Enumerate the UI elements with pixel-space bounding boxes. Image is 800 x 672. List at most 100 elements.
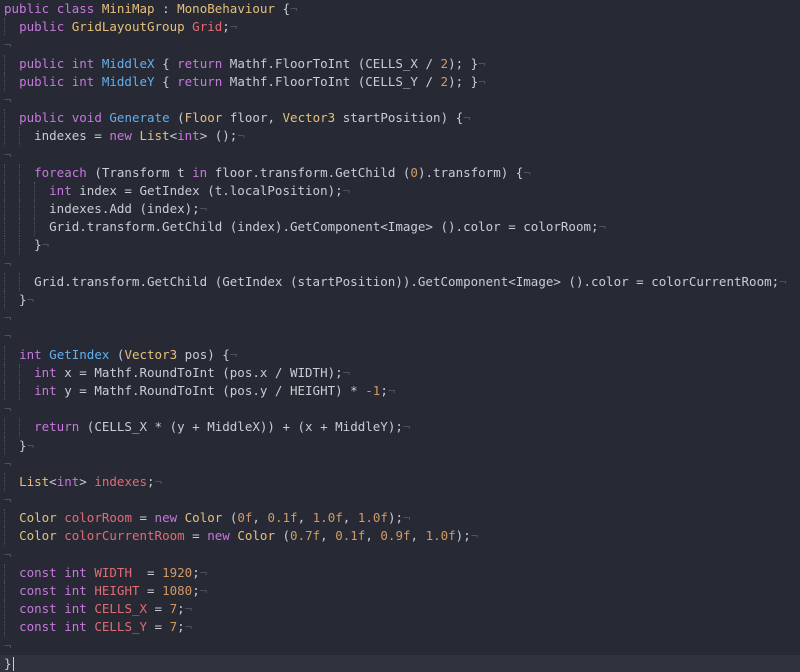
- keyword-token: int: [56, 473, 80, 489]
- code-text: :: [154, 1, 178, 16]
- code-text: }: [4, 655, 12, 671]
- code-text: ,: [410, 528, 426, 544]
- number-token: 1.0f: [357, 510, 388, 526]
- number-token: 1.0f: [425, 528, 456, 544]
- code-line[interactable]: ¬: [0, 255, 800, 273]
- type-token: Color: [19, 528, 57, 544]
- line-end-marker: ¬: [779, 273, 787, 289]
- indent-guide: [34, 181, 36, 201]
- identifier-token: colorCurrentRoom: [64, 528, 185, 544]
- indent-guide: [4, 291, 5, 310]
- code-line[interactable]: int y = Mathf.RoundToInt (pos.y / HEIGHT…: [0, 381, 800, 401]
- code-line[interactable]: foreach (Transform t in floor.transform.…: [0, 163, 800, 182]
- code-line[interactable]: ¬: [0, 546, 800, 564]
- code-line[interactable]: int GetIndex (Vector3 pos) {¬: [0, 345, 800, 364]
- keyword-token: int: [64, 583, 87, 598]
- code-line[interactable]: const int HEIGHT = 1080;¬: [0, 582, 800, 601]
- keyword-token: return: [34, 419, 80, 435]
- number-token: 0f: [237, 510, 253, 526]
- code-line[interactable]: }¬: [0, 436, 800, 455]
- code-line[interactable]: public int MiddleY { return Mathf.FloorT…: [0, 72, 800, 91]
- code-text: (: [222, 510, 238, 526]
- code-line[interactable]: ¬: [0, 637, 800, 655]
- keyword-token: in: [192, 164, 208, 180]
- keyword-token: int: [49, 182, 72, 198]
- code-line[interactable]: int x = Mathf.RoundToInt (pos.x / WIDTH)…: [0, 363, 800, 382]
- code-text: ); }: [448, 73, 479, 89]
- keyword-token: foreach: [34, 164, 87, 180]
- code-line[interactable]: ¬: [0, 400, 800, 418]
- code-line[interactable]: ¬: [0, 455, 800, 473]
- code-line[interactable]: Color colorRoom = new Color (0f, 0.1f, 1…: [0, 509, 800, 528]
- code-line[interactable]: public void Generate (Floor floor, Vecto…: [0, 109, 800, 128]
- code-line[interactable]: int index = GetIndex (t.localPosition);¬: [0, 181, 800, 201]
- type-token: Vector3: [124, 346, 178, 362]
- type-token: Color: [19, 510, 57, 526]
- code-line[interactable]: ¬: [0, 491, 800, 509]
- line-end-marker: ¬: [4, 328, 12, 344]
- code-line[interactable]: public class MiniMap : MonoBehaviour {¬: [0, 0, 800, 18]
- code-line[interactable]: public int MiddleX { return Mathf.FloorT…: [0, 54, 800, 73]
- code-line[interactable]: List<int> indexes;¬: [0, 472, 800, 492]
- code-line[interactable]: Grid.transform.GetChild (index).GetCompo…: [0, 218, 800, 237]
- identifier-token: colorRoom: [64, 510, 132, 526]
- indent-guide: [4, 363, 5, 382]
- code-line[interactable]: Grid.transform.GetChild (GetIndex (start…: [0, 272, 800, 291]
- code-line[interactable]: }¬: [0, 291, 800, 310]
- code-area[interactable]: public class MiniMap : MonoBehaviour {¬ …: [0, 0, 800, 672]
- indent-guide: [4, 472, 5, 492]
- keyword-token: return: [177, 73, 223, 89]
- code-line[interactable]: indexes.Add (index);¬: [0, 200, 800, 219]
- line-end-marker: ¬: [402, 419, 411, 435]
- code-line[interactable]: Color colorCurrentRoom = new Color (0.7f…: [0, 527, 800, 546]
- code-text: ,: [297, 510, 313, 526]
- code-line[interactable]: ¬: [0, 146, 800, 164]
- code-line[interactable]: }¬: [0, 236, 800, 255]
- indent-guide: [34, 200, 36, 219]
- code-text: }: [4, 237, 42, 253]
- code-line[interactable]: indexes = new List<int> ();¬: [0, 127, 800, 146]
- keyword-token: new: [207, 528, 230, 544]
- code-text: floor,: [222, 110, 283, 126]
- identifier-token: indexes: [94, 473, 148, 489]
- number-token: 2: [440, 73, 449, 89]
- code-text: (CELLS_X * (y + MiddleX)) + (x + MiddleY…: [79, 419, 403, 435]
- code-text: ;: [192, 583, 200, 598]
- code-line[interactable]: return (CELLS_X * (y + MiddleX)) + (x + …: [0, 418, 800, 437]
- code-line[interactable]: public GridLayoutGroup Grid;¬: [0, 18, 800, 37]
- keyword-token: void: [71, 110, 102, 126]
- code-line[interactable]: ¬: [0, 309, 800, 327]
- code-line[interactable]: ¬: [0, 327, 800, 345]
- code-line[interactable]: const int CELLS_X = 7;¬: [0, 600, 800, 619]
- code-line[interactable]: ¬: [0, 36, 800, 54]
- code-text: Grid.transform.GetChild (index).GetCompo…: [4, 219, 599, 235]
- code-text: floor.transform.GetChild (: [207, 164, 411, 180]
- code-text: {: [154, 55, 178, 71]
- number-token: 1.0f: [312, 510, 343, 526]
- type-token: List: [19, 473, 50, 489]
- code-text: y = Mathf.RoundToInt (pos.y / HEIGHT) *: [56, 382, 366, 398]
- line-end-marker: ¬: [184, 601, 193, 617]
- indent-guide: [19, 381, 21, 401]
- indent-guide: [4, 272, 5, 291]
- code-text: ,: [365, 528, 381, 544]
- code-text: Mathf.FloorToInt (CELLS_X /: [222, 55, 441, 71]
- code-text: Mathf.FloorToInt (CELLS_Y /: [222, 73, 441, 89]
- line-end-marker: ¬: [4, 146, 12, 162]
- code-line[interactable]: ¬: [0, 91, 800, 109]
- code-line[interactable]: const int CELLS_Y = 7;¬: [0, 618, 800, 637]
- code-text: pos) {: [177, 346, 230, 362]
- code-text: );: [387, 510, 403, 526]
- indent-guide: [19, 272, 21, 291]
- code-line[interactable]: }: [0, 654, 800, 672]
- indent-guide: [4, 509, 5, 528]
- code-editor[interactable]: public class MiniMap : MonoBehaviour {¬ …: [0, 0, 800, 672]
- keyword-token: public: [19, 19, 65, 35]
- code-line[interactable]: const int WIDTH = 1920;¬: [0, 563, 800, 582]
- keyword-token: int: [71, 55, 95, 71]
